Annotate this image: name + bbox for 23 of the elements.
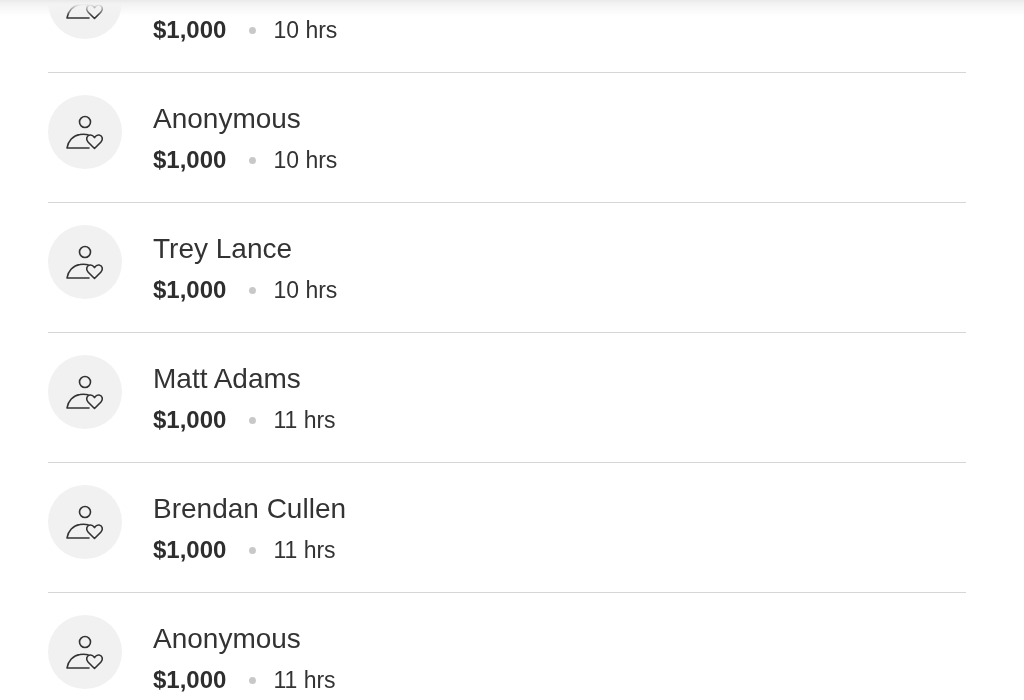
dot-icon	[249, 156, 257, 164]
donor-name: Trey Lance	[153, 232, 294, 266]
dot-icon	[249, 286, 257, 294]
donation-time: 11 hrs	[273, 536, 336, 565]
dot-icon	[249, 416, 257, 424]
donation-amount: $1,000	[153, 145, 227, 175]
donor-name: Brendan Cullen	[153, 492, 347, 526]
donor-name: Matt Adams	[153, 362, 302, 396]
donation-time: 11 hrs	[273, 666, 336, 695]
donation-amount: $1,000	[153, 15, 227, 45]
dot-icon	[249, 26, 257, 34]
donation-time: 11 hrs	[273, 406, 336, 435]
donor-name: Anonymous	[153, 102, 302, 136]
donation-time: 10 hrs	[273, 146, 338, 175]
donation-amount: $1,000	[153, 275, 227, 305]
donation-amount: $1,000	[153, 535, 227, 565]
dot-icon	[249, 546, 257, 554]
donor-name: Anonymous	[153, 622, 302, 656]
dot-icon	[249, 676, 257, 684]
donation-amount: $1,000	[153, 665, 227, 695]
donation-time: 10 hrs	[273, 16, 338, 45]
donation-amount: $1,000	[153, 405, 227, 435]
donation-time: 10 hrs	[273, 276, 338, 305]
